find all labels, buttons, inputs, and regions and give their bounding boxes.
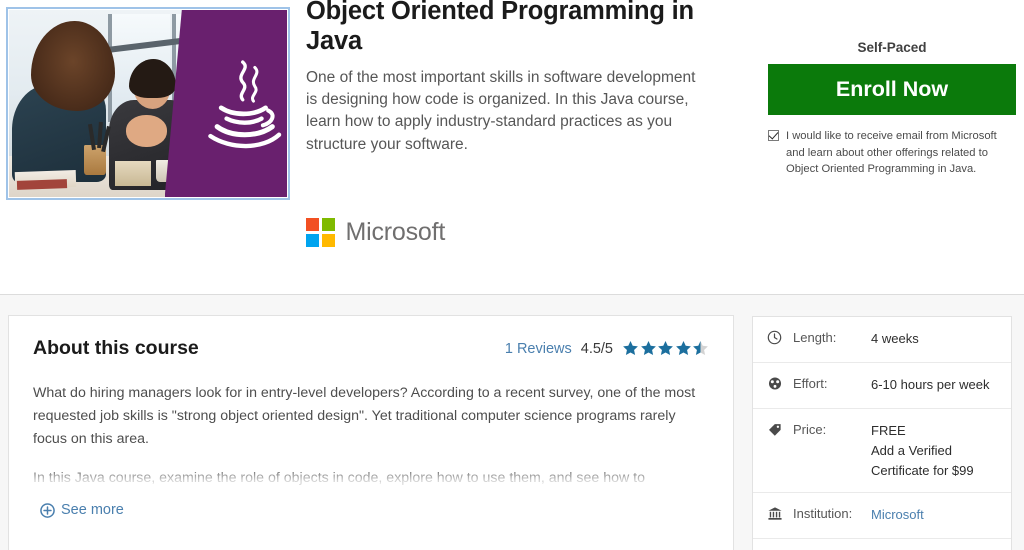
microsoft-logo-icon	[306, 218, 335, 247]
course-pace-label: Self-Paced	[857, 40, 927, 55]
institution-link[interactable]: Microsoft	[871, 505, 924, 525]
email-optin-row[interactable]: I would like to receive email from Micro…	[768, 128, 1016, 178]
content-area: About this course 1 Reviews 4.5/5 What d…	[0, 295, 1024, 550]
detail-row-price: Price: FREE Add a Verified Certificate f…	[753, 408, 1011, 492]
rating-block: 1 Reviews 4.5/5	[505, 340, 709, 357]
course-hero-image	[6, 7, 290, 200]
about-header: About this course 1 Reviews 4.5/5	[9, 316, 733, 360]
detail-row-subject: Subject: Computer Science	[753, 538, 1011, 550]
rating-value-text: 4.5/5	[580, 340, 613, 357]
see-more-label: See more	[61, 502, 124, 518]
plus-circle-icon	[40, 502, 55, 518]
half-star-icon	[693, 341, 708, 356]
email-optin-label: I would like to receive email from Micro…	[786, 130, 997, 176]
detail-label: Price:	[793, 422, 827, 437]
star-icon	[640, 341, 656, 356]
detail-row-effort: Effort: 6-10 hours per week	[753, 362, 1011, 408]
java-coffee-cup-icon	[208, 60, 282, 148]
email-optin-checkbox[interactable]	[768, 130, 779, 141]
course-about-page: Object Oriented Programming in Java One …	[0, 0, 1024, 550]
enroll-now-button[interactable]: Enroll Now	[768, 64, 1016, 115]
detail-row-institution: Institution: Microsoft	[753, 492, 1011, 538]
java-logo-panel	[164, 10, 287, 197]
detail-value: 6-10 hours per week	[871, 377, 990, 392]
about-paragraph: What do hiring managers look for in entr…	[33, 385, 696, 448]
detail-row-length: Length: 4 weeks	[753, 317, 1011, 362]
course-details-card: Length: 4 weeks Effort: 6-10 hours per w…	[752, 316, 1012, 550]
detail-value: 4 weeks	[871, 331, 919, 346]
about-heading: About this course	[33, 337, 199, 359]
clock-icon	[767, 329, 793, 350]
detail-label: Institution:	[793, 506, 853, 522]
page-title: Object Oriented Programming in Java	[306, 0, 694, 56]
price-verified-line1: Add a Verified	[871, 442, 952, 458]
detail-label: Length:	[793, 330, 837, 345]
provider-logo[interactable]: Microsoft	[306, 218, 445, 247]
star-rating	[622, 340, 709, 357]
price-verified-line2: Certificate for $99	[871, 462, 974, 478]
institution-icon	[767, 505, 793, 526]
detail-label: Effort:	[793, 376, 828, 391]
price-tag-icon	[767, 421, 793, 442]
effort-gauge-icon	[767, 375, 793, 396]
about-course-card: About this course 1 Reviews 4.5/5 What d…	[8, 315, 734, 550]
reviews-link[interactable]: 1 Reviews	[505, 341, 572, 357]
price-free: FREE	[871, 423, 906, 438]
hero-text-block: Object Oriented Programming in Java One …	[306, 0, 696, 156]
about-body: What do hiring managers look for in entr…	[9, 360, 733, 497]
detail-value: FREE Add a Verified Certificate for $99	[871, 421, 974, 480]
hero-section: Object Oriented Programming in Java One …	[0, 0, 1024, 295]
star-icon	[658, 341, 673, 356]
course-description: One of the most important skills in soft…	[306, 69, 696, 153]
see-more-button[interactable]: See more	[40, 502, 124, 518]
star-icon	[675, 341, 691, 356]
provider-name: Microsoft	[345, 218, 446, 246]
about-paragraph-truncated: In this Java course, examine the role of…	[33, 470, 645, 487]
enroll-panel: Self-Paced Enroll Now I would like to re…	[768, 40, 1016, 178]
star-icon	[623, 341, 638, 356]
